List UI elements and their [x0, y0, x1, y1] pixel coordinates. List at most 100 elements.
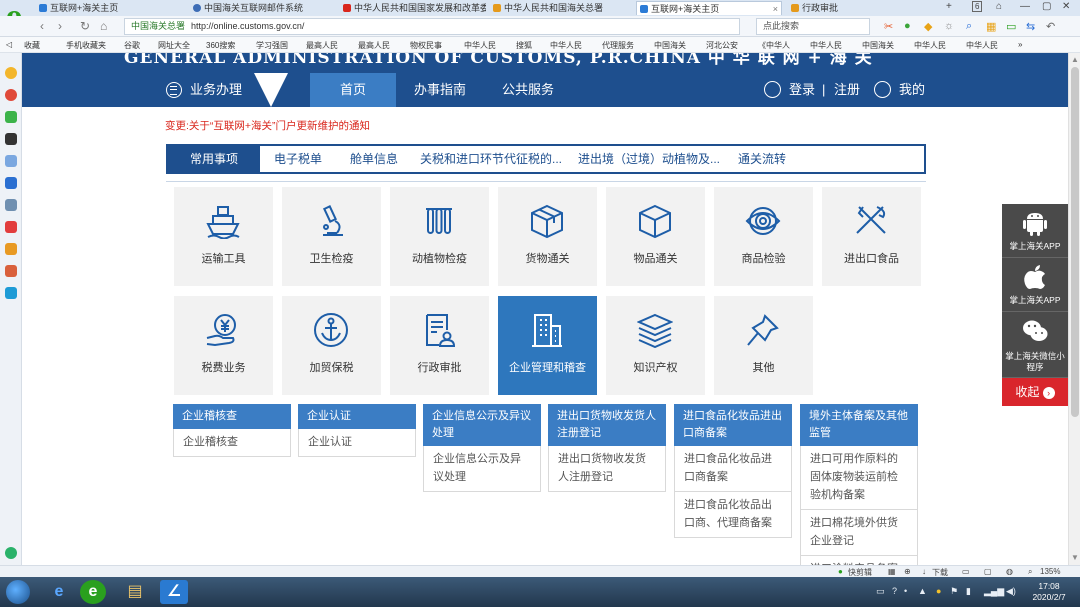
- tile-import-export-food[interactable]: 进出口食品: [822, 187, 921, 286]
- pay-icon[interactable]: [5, 287, 17, 299]
- doc-icon[interactable]: [5, 155, 17, 167]
- weibo-icon[interactable]: [5, 89, 17, 101]
- undo-icon[interactable]: ↶: [1046, 20, 1055, 33]
- tile-tax[interactable]: 税费业务: [174, 296, 273, 395]
- video-icon[interactable]: [5, 221, 17, 233]
- extension-icon[interactable]: ●: [904, 20, 911, 32]
- tab-e-tax[interactable]: 电子税单: [274, 146, 322, 172]
- maximize-button[interactable]: ▢: [1042, 1, 1051, 12]
- find-icon[interactable]: ⌕: [966, 20, 972, 33]
- bookmark-item[interactable]: 谷歌: [124, 40, 140, 51]
- close-window-button[interactable]: ✕: [1062, 1, 1070, 12]
- tab-tariff[interactable]: 关税和进口环节代征税的...: [420, 146, 562, 172]
- column-link[interactable]: 企业信息公示及异议处理: [423, 446, 541, 492]
- column-link[interactable]: 企业稽核查: [173, 429, 291, 457]
- game-icon[interactable]: [5, 133, 17, 145]
- bookmark-item[interactable]: 中华人民: [810, 40, 842, 51]
- wechat-miniprogram-link[interactable]: 掌上海关微信小程序: [1002, 312, 1068, 378]
- browser-360-icon[interactable]: e: [80, 580, 106, 604]
- bookmark-item[interactable]: 收藏: [24, 40, 40, 51]
- grid-icon[interactable]: ▦: [888, 567, 896, 576]
- star-icon[interactable]: [5, 67, 17, 79]
- tab-ndrc[interactable]: 中华人民共和国国家发展和改革委: [340, 1, 486, 15]
- android-app-link[interactable]: 掌上海关APP: [1002, 204, 1068, 258]
- folder-icon[interactable]: ▤: [120, 580, 150, 604]
- tray-dots-icon[interactable]: •: [904, 586, 907, 596]
- tab-internet-customs-active[interactable]: 互联网+海关主页 ×: [636, 1, 782, 15]
- keyboard-icon[interactable]: ▭: [876, 586, 885, 597]
- bookmark-item[interactable]: 最高人民: [358, 40, 390, 51]
- bookmark-item[interactable]: 中华人民: [550, 40, 582, 51]
- tile-transport[interactable]: 运输工具: [174, 187, 273, 286]
- bookmark-item[interactable]: 中国海关: [654, 40, 686, 51]
- tab-common-items[interactable]: 常用事项: [168, 146, 260, 172]
- bookmark-item[interactable]: 360搜索: [206, 40, 235, 51]
- business-menu-button[interactable]: 业务办理: [166, 73, 242, 107]
- bookmark-item[interactable]: 网址大全: [158, 40, 190, 51]
- refresh-icon[interactable]: ↻: [80, 19, 90, 33]
- column-link[interactable]: 进口食品化妆品出口商、代理商备案: [674, 492, 792, 538]
- tools-icon[interactable]: ☼: [944, 20, 954, 32]
- tile-ip-rights[interactable]: 知识产权: [606, 296, 705, 395]
- tile-items-clearance[interactable]: 物品通关: [606, 187, 705, 286]
- battery-icon[interactable]: ▭: [1006, 20, 1016, 33]
- scroll-up-icon[interactable]: ▲: [1071, 55, 1079, 64]
- mute-icon[interactable]: ◍: [1006, 567, 1013, 576]
- ios-app-link[interactable]: 掌上海关APP: [1002, 258, 1068, 312]
- bookmark-arrow-icon[interactable]: ◁: [6, 40, 12, 49]
- tile-admin-approval[interactable]: 行政审批: [390, 296, 489, 395]
- zoom-icon[interactable]: ⌕: [1028, 567, 1032, 577]
- scroll-thumb[interactable]: [1071, 67, 1079, 417]
- clip-icon[interactable]: ●: [838, 567, 843, 576]
- bookmark-item[interactable]: 河北公安: [706, 40, 738, 51]
- screen-icon[interactable]: ▭: [962, 567, 970, 576]
- security-icon[interactable]: ●: [936, 586, 941, 596]
- pin-status-icon[interactable]: ⊕: [904, 567, 911, 576]
- nav-home[interactable]: 首页: [310, 73, 396, 107]
- bookmark-item[interactable]: 搜狐: [516, 40, 532, 51]
- tab-manifest[interactable]: 舱单信息: [350, 146, 398, 172]
- battery-tray-icon[interactable]: ▮: [966, 586, 971, 597]
- tray-arrow-icon[interactable]: ▲: [918, 586, 927, 596]
- bookmark-item[interactable]: 最高人民: [306, 40, 338, 51]
- shop-icon[interactable]: [5, 243, 17, 255]
- tile-enterprise-management[interactable]: 企业管理和稽查: [498, 296, 597, 395]
- bookmark-item[interactable]: 《中华人: [758, 40, 790, 51]
- column-link[interactable]: 企业认证: [298, 429, 416, 457]
- translate-icon[interactable]: ⇆: [1026, 20, 1035, 33]
- tile-goods-clearance[interactable]: 货物通关: [498, 187, 597, 286]
- minimize-button[interactable]: —: [1020, 1, 1030, 12]
- tab-count[interactable]: 6: [972, 1, 983, 12]
- window-icon[interactable]: ▢: [984, 567, 992, 576]
- bookmark-more-icon[interactable]: »: [1018, 40, 1022, 49]
- nav-public-service[interactable]: 公共服务: [502, 73, 554, 107]
- column-link[interactable]: 进口棉花境外供货企业登记: [800, 510, 918, 556]
- tile-commodity-inspection[interactable]: 商品检验: [714, 187, 813, 286]
- game2-icon[interactable]: [5, 265, 17, 277]
- tab-internet-customs[interactable]: 互联网+海关主页: [36, 1, 162, 15]
- page-scrollbar[interactable]: ▲ ▼: [1068, 53, 1080, 565]
- back-icon[interactable]: ‹: [40, 19, 44, 33]
- tab-admin-approval[interactable]: 行政审批: [788, 1, 896, 15]
- zoom-level[interactable]: 135%: [1040, 567, 1060, 576]
- clock[interactable]: 17:08 2020/2/7: [1024, 581, 1074, 603]
- notice-link[interactable]: 变更:关于“互联网+海关”门户更新维护的通知: [165, 118, 370, 133]
- shield-icon[interactable]: ◆: [924, 20, 932, 33]
- bookmark-item[interactable]: 中华人民: [966, 40, 998, 51]
- collapse-button[interactable]: 收起 ›: [1002, 378, 1068, 406]
- apps-icon[interactable]: ▦: [986, 20, 996, 33]
- home-icon[interactable]: ⌂: [100, 19, 107, 33]
- column-link[interactable]: 进口食品化妆品进口商备案: [674, 446, 792, 492]
- column-link[interactable]: 进口可用作原料的固体废物装运前检验机构备案: [800, 446, 918, 510]
- mail-icon[interactable]: [5, 111, 17, 123]
- tab-quarantine[interactable]: 进出境（过境）动植物及...: [578, 146, 720, 172]
- bag-icon[interactable]: [5, 177, 17, 189]
- bookmark-item[interactable]: 物权民事: [410, 40, 442, 51]
- column-header[interactable]: 企业稽核查: [173, 404, 291, 429]
- new-tab-button[interactable]: +: [946, 1, 952, 12]
- column-header[interactable]: 企业信息公示及异议处理: [423, 404, 541, 446]
- download-icon[interactable]: ↓: [922, 567, 926, 576]
- flag-icon[interactable]: ⚑: [950, 586, 958, 597]
- url-input[interactable]: 中国海关总署 http://online.customs.gov.cn/: [124, 18, 740, 35]
- tab-clearance-flow[interactable]: 通关流转: [738, 146, 786, 172]
